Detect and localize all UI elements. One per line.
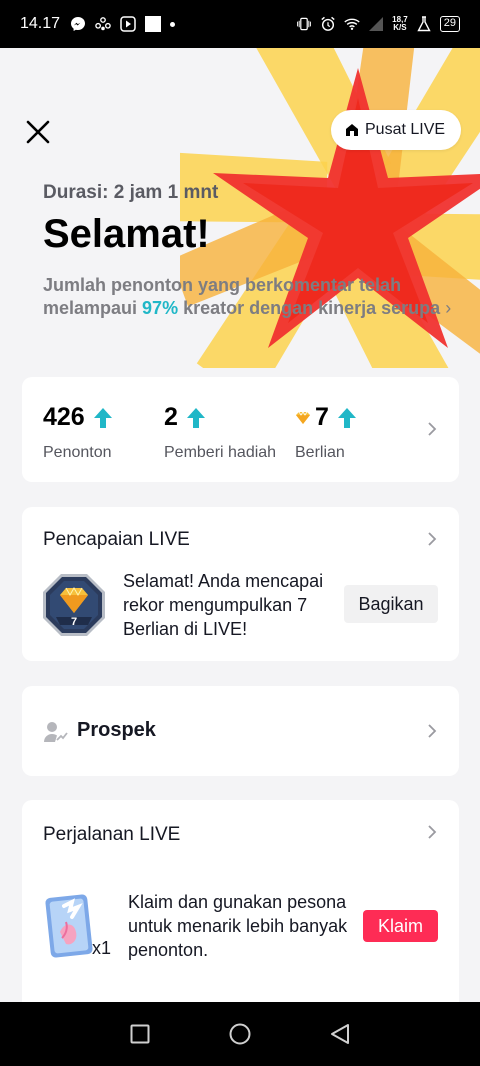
prospek-card[interactable]: Prospek [22, 686, 459, 776]
chevron-right-icon [428, 422, 437, 436]
stat-label: Pemberi hadiah [164, 444, 277, 461]
arrow-up-icon [186, 407, 205, 428]
vibrate-icon [296, 16, 312, 32]
stat-label: Penonton [43, 444, 112, 461]
notification-icons [70, 16, 176, 32]
status-time: 14.17 [20, 15, 61, 32]
achievement-text: Selamat! Anda mencapai rekor mengumpulka… [123, 571, 324, 639]
chevron-right-icon[interactable] [425, 825, 439, 839]
stat-diamonds: 7 Berlian [295, 403, 357, 462]
stats-card[interactable]: 426 Penonton 2 Pemberi hadiah 7 Berlian [22, 377, 459, 482]
stat-label: Berlian [295, 444, 345, 461]
recents-button[interactable] [128, 1022, 152, 1046]
desc-chevron-icon: › [445, 298, 452, 318]
close-icon [26, 120, 50, 144]
performance-description[interactable]: Jumlah penonton yang berkomentar telah m… [43, 274, 453, 320]
close-button[interactable] [24, 118, 52, 146]
arrow-up-icon [337, 407, 356, 428]
stat-value: 426 [43, 403, 85, 431]
stat-value: 7 [315, 403, 329, 431]
alarm-icon [320, 16, 336, 32]
chevron-right-icon [428, 724, 437, 738]
battery-level: 29 [439, 16, 460, 32]
network-speed-unit: K/S [393, 23, 407, 32]
celebration-burst [180, 48, 480, 368]
back-button[interactable] [328, 1022, 352, 1046]
diamond-badge-icon: 7 [43, 574, 105, 636]
hero-section: Pusat LIVE Durasi: 2 jam 1 mnt Selamat! … [0, 48, 480, 368]
duration-text: Durasi: 2 jam 1 mnt [43, 182, 219, 203]
diamond-icon [296, 410, 310, 424]
gamepad-icon [95, 16, 111, 32]
stat-viewers: 426 Penonton [43, 403, 113, 462]
status-bar: 14.17 18,7 K/S 29 [0, 0, 480, 48]
badge-number: 7 [71, 616, 77, 628]
claim-button[interactable]: Klaim [363, 910, 438, 942]
achievement-title: Pencapaian LIVE [43, 529, 190, 550]
arrow-up-icon [93, 407, 112, 428]
app-square-icon [145, 16, 162, 32]
page-title: Selamat! [43, 212, 210, 256]
share-button[interactable]: Bagikan [344, 585, 438, 623]
desc-text-after: kreator dengan kinerja serupa [178, 298, 441, 318]
lab-flask-icon [416, 16, 432, 32]
chevron-right-icon[interactable] [425, 532, 439, 546]
home-icon [346, 124, 358, 136]
pusat-live-button[interactable]: Pusat LIVE [331, 110, 462, 150]
journey-title: Perjalanan LIVE [43, 824, 181, 845]
desc-percentage: 97% [142, 298, 179, 318]
pusat-live-label: Pusat LIVE [365, 121, 446, 138]
user-trend-icon [44, 722, 68, 742]
back-triangle-icon [331, 1024, 349, 1044]
system-icons: 18,7 K/S 29 [296, 16, 460, 32]
achievement-card: Pencapaian LIVE 7 Selamat! Anda mencapai… [22, 507, 459, 661]
journey-text: Klaim dan gunakan pesona untuk menarik l… [128, 892, 348, 960]
circle-icon [229, 1023, 251, 1045]
network-speed: 18,7 K/S [392, 16, 408, 32]
stat-value: 2 [164, 403, 178, 431]
messenger-icon [70, 16, 86, 32]
square-icon [130, 1024, 150, 1044]
more-dot-icon [170, 21, 176, 27]
signal-icon [368, 16, 384, 32]
charm-count: x1 [92, 938, 112, 958]
prospek-label: Prospek [77, 719, 156, 741]
stat-gifters: 2 Pemberi hadiah [164, 403, 276, 462]
play-store-icon [120, 16, 136, 32]
wifi-icon [344, 16, 360, 32]
navigation-bar [0, 1002, 480, 1066]
home-button[interactable] [228, 1022, 252, 1046]
